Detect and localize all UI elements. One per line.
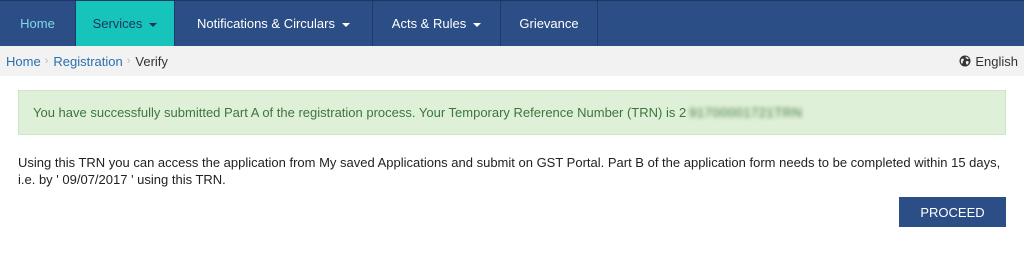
- language-label: English: [975, 53, 1018, 69]
- caret-down-icon: [473, 22, 482, 27]
- breadcrumb-separator-icon: ›: [44, 55, 49, 67]
- main-navbar: Home Services Notifications & Circulars …: [0, 0, 1024, 46]
- caret-down-icon: [342, 22, 350, 27]
- nav-home[interactable]: Home: [0, 1, 76, 46]
- success-alert-text: You have successfully submitted Part A o…: [33, 105, 687, 120]
- trn-instructions-text: Using this TRN you can access the applic…: [18, 155, 1001, 187]
- nav-grievance-label: Grievance: [519, 16, 579, 31]
- nav-notifications-label: Notifications & Circulars: [197, 16, 335, 31]
- breadcrumb-verify: Verify: [135, 53, 168, 69]
- nav-acts-rules[interactable]: Acts & Rules: [373, 1, 501, 46]
- breadcrumb-home[interactable]: Home: [6, 54, 41, 69]
- proceed-button[interactable]: PROCEED: [899, 197, 1006, 227]
- nav-grievance[interactable]: Grievance: [501, 1, 598, 46]
- breadcrumb: Home › Registration › Verify English: [0, 46, 1024, 76]
- language-selector[interactable]: English: [959, 46, 1018, 76]
- nav-services[interactable]: Services: [76, 1, 175, 46]
- nav-services-label: Services: [92, 16, 143, 31]
- main-content: You have successfully submitted Part A o…: [0, 76, 1024, 268]
- breadcrumb-separator-icon: ›: [126, 55, 131, 67]
- nav-notifications-circulars[interactable]: Notifications & Circulars: [175, 1, 373, 46]
- globe-icon: [959, 55, 971, 67]
- success-alert: You have successfully submitted Part A o…: [18, 90, 1006, 135]
- trn-masked-value: 91700001721TRN: [689, 105, 803, 120]
- nav-acts-label: Acts & Rules: [391, 16, 467, 31]
- caret-down-icon: [149, 22, 158, 27]
- breadcrumb-registration[interactable]: Registration: [53, 54, 122, 69]
- nav-home-label: Home: [20, 16, 55, 31]
